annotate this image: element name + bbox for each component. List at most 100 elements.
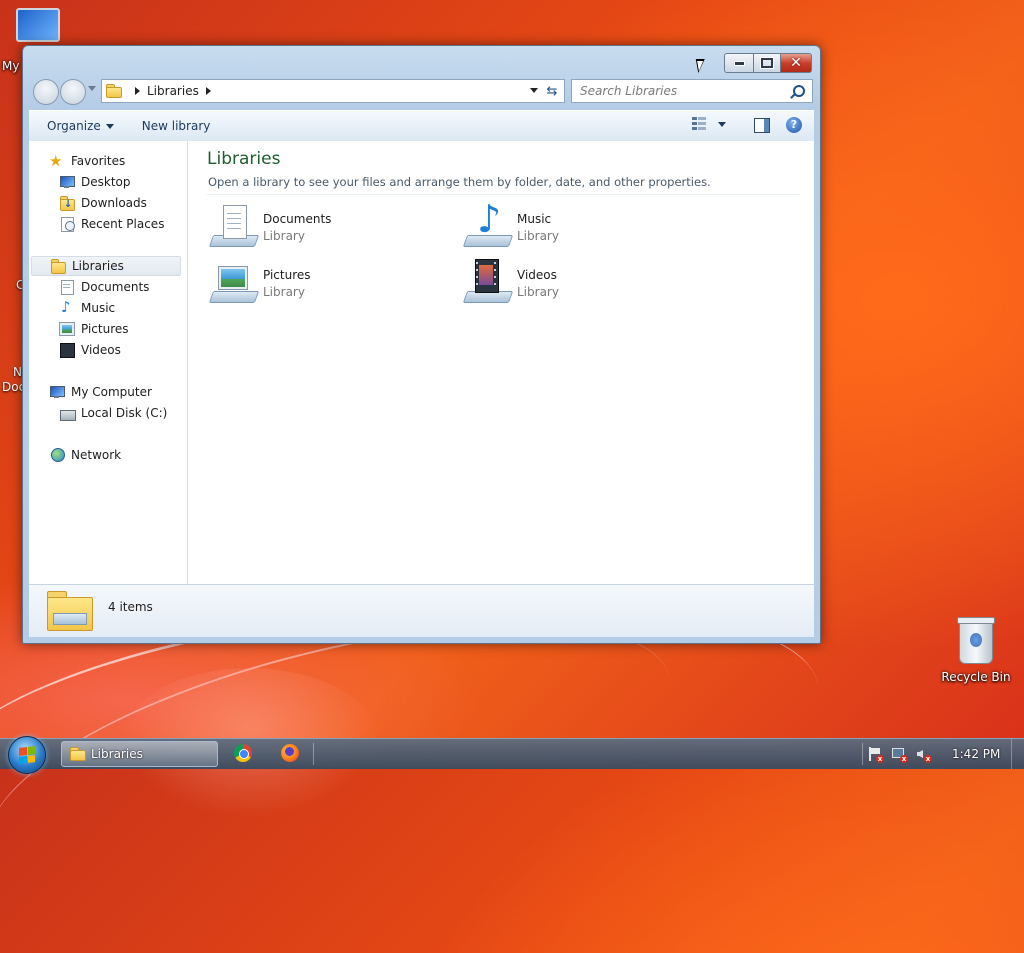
chrome-icon[interactable] xyxy=(234,744,252,762)
start-button[interactable] xyxy=(8,736,46,774)
sidebar-item-label: My Computer xyxy=(71,385,152,399)
chevron-down-icon[interactable] xyxy=(718,121,726,127)
search-input[interactable] xyxy=(578,83,792,99)
sidebar-item-label: Pictures xyxy=(81,322,129,336)
music-icon: ♪ xyxy=(462,197,514,251)
help-button[interactable]: ? xyxy=(786,117,802,133)
clock[interactable]: 1:42 PM xyxy=(952,747,1000,761)
sidebar-item-label: Local Disk (C:) xyxy=(81,406,168,420)
sidebar-item-music[interactable]: ♪ Music xyxy=(59,298,115,318)
libraries-folder-icon xyxy=(47,591,93,631)
libraries-folder-icon xyxy=(50,258,66,274)
library-item-music[interactable]: ♪ Music Library xyxy=(462,197,703,251)
change-view-button[interactable] xyxy=(692,117,726,131)
sidebar-item-local-disk[interactable]: Local Disk (C:) xyxy=(59,403,167,423)
library-item-pictures[interactable]: Pictures Library xyxy=(208,259,449,307)
sidebar-item-documents[interactable]: Documents xyxy=(59,277,149,297)
pictures-icon xyxy=(208,259,260,307)
organize-button[interactable]: Organize xyxy=(37,119,124,133)
divider xyxy=(862,743,863,765)
new-library-button[interactable]: New library xyxy=(132,119,221,133)
library-name: Documents xyxy=(263,211,332,226)
breadcrumb-separator-icon[interactable] xyxy=(135,87,140,95)
sidebar-item-libraries[interactable]: Libraries xyxy=(31,256,181,276)
search-box[interactable] xyxy=(571,79,813,103)
help-icon: ? xyxy=(790,118,798,131)
show-desktop-button[interactable] xyxy=(1011,739,1024,769)
videos-icon xyxy=(59,342,75,358)
address-bar[interactable]: Libraries xyxy=(101,79,543,103)
navigation-pane: ★ Favorites Desktop ↓ Downloads Recent P… xyxy=(29,141,188,584)
library-item-documents[interactable]: Documents Library xyxy=(208,203,449,251)
forward-button[interactable] xyxy=(60,79,86,105)
libraries-folder-icon xyxy=(70,747,86,761)
desktop-icon-my-computer[interactable]: My xyxy=(0,8,60,73)
sidebar-item-pictures[interactable]: Pictures xyxy=(59,319,129,339)
taskbar-button-libraries[interactable]: Libraries xyxy=(61,741,218,767)
music-icon: ♪ xyxy=(61,298,71,316)
page-subtitle: Open a library to see your files and arr… xyxy=(208,175,711,189)
preview-pane-button[interactable] xyxy=(754,118,770,133)
downloads-folder-icon: ↓ xyxy=(59,195,75,211)
minimize-icon xyxy=(733,60,745,66)
sidebar-item-network[interactable]: Network xyxy=(49,445,121,465)
search-icon[interactable] xyxy=(793,85,805,97)
recent-places-icon xyxy=(59,216,75,232)
desktop-icon-recycle-bin[interactable]: Recycle Bin xyxy=(940,617,1012,684)
computer-icon xyxy=(49,384,65,400)
breadcrumb-libraries[interactable]: Libraries xyxy=(147,84,199,98)
volume-icon[interactable]: x xyxy=(916,747,932,763)
sidebar-item-label: Videos xyxy=(81,343,121,357)
close-button[interactable]: ✕ xyxy=(781,53,812,73)
sidebar-item-label: Libraries xyxy=(72,259,124,273)
star-icon: ★ xyxy=(49,152,63,170)
content-pane: Libraries Open a library to see your fil… xyxy=(199,141,809,584)
address-dropdown-icon[interactable] xyxy=(530,88,538,93)
sidebar-item-label: Documents xyxy=(81,280,150,294)
divider xyxy=(313,743,314,765)
sidebar-item-label: Desktop xyxy=(81,175,131,189)
recycle-bin-icon xyxy=(957,617,995,664)
close-icon: ✕ xyxy=(790,55,802,71)
breadcrumb-separator-icon[interactable] xyxy=(205,87,211,95)
action-center-icon[interactable]: x xyxy=(868,747,884,763)
firefox-icon[interactable] xyxy=(281,744,299,762)
sidebar-item-videos[interactable]: Videos xyxy=(59,340,121,360)
pictures-icon xyxy=(59,321,75,337)
computer-icon xyxy=(16,8,60,42)
explorer-body: ★ Favorites Desktop ↓ Downloads Recent P… xyxy=(29,141,814,584)
sidebar-item-label: Downloads xyxy=(81,196,147,210)
desktop-partial-label: N xyxy=(13,365,22,379)
sidebar-item-recent-places[interactable]: Recent Places xyxy=(59,214,164,234)
new-library-label: New library xyxy=(141,119,211,133)
documents-icon xyxy=(208,203,260,251)
hard-disk-icon xyxy=(59,405,76,421)
refresh-button[interactable]: ⇆ xyxy=(540,79,565,103)
organize-label: Organize xyxy=(47,119,101,133)
maximize-button[interactable] xyxy=(754,53,781,73)
caption-buttons: ✕ xyxy=(724,53,812,73)
library-item-videos[interactable]: Videos Library xyxy=(462,259,703,307)
sidebar-item-label: Recent Places xyxy=(81,217,165,231)
network-icon[interactable]: x xyxy=(892,747,908,763)
sidebar-item-label: Favorites xyxy=(71,154,126,168)
details-pane: 4 items xyxy=(29,584,814,637)
sidebar-item-downloads[interactable]: ↓ Downloads xyxy=(59,193,147,213)
sidebar-item-my-computer[interactable]: My Computer xyxy=(49,382,152,402)
documents-icon xyxy=(59,279,75,295)
sidebar-item-desktop[interactable]: Desktop xyxy=(59,172,131,192)
command-bar: Organize New library ? xyxy=(29,110,814,142)
sidebar-item-favorites[interactable]: ★ Favorites xyxy=(49,151,125,171)
library-name: Pictures xyxy=(263,267,311,282)
explorer-window[interactable]: ✕ Libraries ⇆ Organize New library xyxy=(22,45,821,644)
refresh-icon: ⇆ xyxy=(546,83,558,99)
recent-pages-dropdown[interactable] xyxy=(88,86,96,91)
back-button[interactable] xyxy=(33,79,59,105)
desktop-icon xyxy=(59,174,75,190)
chevron-down-icon xyxy=(105,123,114,129)
maximize-icon xyxy=(760,57,774,69)
library-type: Library xyxy=(263,284,305,299)
minimize-button[interactable] xyxy=(724,53,754,73)
library-type: Library xyxy=(517,284,559,299)
view-icon xyxy=(692,117,706,131)
